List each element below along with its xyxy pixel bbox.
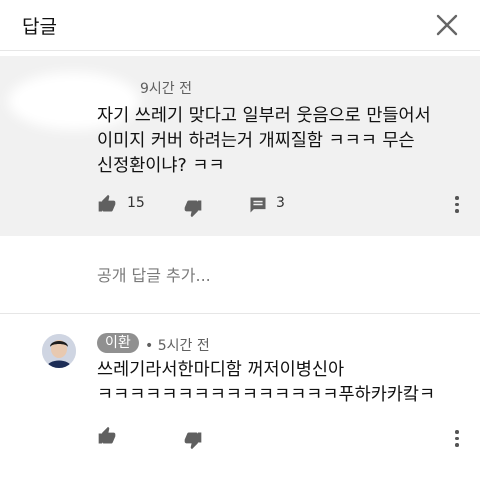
like-count: 15	[127, 195, 145, 211]
parent-comment: 9시간 전 자기 쓰레기 맞다고 일부러 웃음으로 만들어서 이미지 커버 하려…	[0, 56, 480, 236]
reply-count-button[interactable]	[248, 195, 268, 219]
thumbs-down-icon	[184, 432, 202, 450]
reply-time: • 5시간 전	[145, 335, 210, 355]
dislike-button[interactable]	[183, 198, 203, 222]
reply-more-options-button[interactable]	[453, 430, 461, 448]
header-divider	[0, 50, 480, 51]
add-reply-input[interactable]: 공개 답글 추가...	[97, 262, 211, 286]
parent-comment-text: 자기 쓰레기 맞다고 일부러 웃음으로 만들어서 이미지 커버 하려는거 개찌질…	[97, 106, 431, 176]
user-avatar-icon	[42, 334, 76, 368]
reply-like-button[interactable]	[97, 426, 117, 450]
thumbs-up-icon	[98, 426, 116, 444]
more-vert-icon	[453, 196, 461, 213]
reply-author-badge[interactable]: 이환	[97, 333, 139, 353]
separator: •	[145, 338, 154, 354]
thumbs-up-icon	[98, 194, 116, 212]
more-vert-icon	[453, 430, 461, 447]
reply-dislike-button[interactable]	[183, 430, 203, 454]
reply-count: 3	[276, 195, 285, 211]
reply-divider	[0, 313, 480, 314]
header-bar: 답글	[0, 0, 480, 50]
reply-time-text: 5시간 전	[157, 338, 210, 354]
reply-text: 쓰레기라서한마디함 꺼저이병신아 ㅋㅋㅋㅋㅋㅋㅋㅋㅋㅋㅋㅋㅋㅋㅋ푸하카카캌ㅋ	[97, 360, 436, 405]
parent-comment-time: 9시간 전	[140, 81, 192, 97]
close-icon	[436, 14, 458, 36]
page-title: 답글	[22, 16, 57, 38]
comment-icon	[250, 197, 266, 213]
like-button[interactable]	[97, 194, 117, 218]
close-button[interactable]	[434, 12, 460, 38]
thumbs-down-icon	[184, 200, 202, 218]
avatar[interactable]	[42, 334, 76, 368]
more-options-button[interactable]	[453, 196, 461, 214]
